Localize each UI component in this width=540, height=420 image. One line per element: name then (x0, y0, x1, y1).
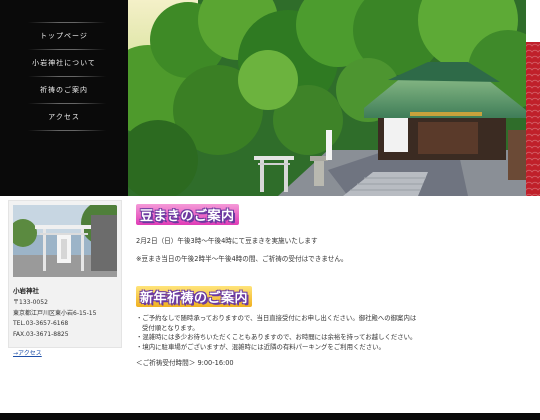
setsubun-schedule: 2月2日（日）午後3時〜午後4時にて豆まきを実施いたします (136, 237, 318, 245)
nav-item-about[interactable]: 小岩神社について (0, 50, 128, 76)
shrine-name: 小岩神社 (13, 287, 39, 295)
footer-bar (0, 413, 540, 420)
postal-code: 〒133-0052 (13, 299, 48, 306)
setsubun-heading: 豆まきのご案内 (136, 204, 239, 225)
hero-image (128, 0, 526, 196)
prayer-bullet: ・境内に駐車場がございますが、混雑時には近隣の有料パーキングをご利用ください。 (136, 342, 385, 351)
prayer-bullet: ・混雑時には多少お待ちいただくこともありますので、お時間には余裕を持ってお越しく… (136, 333, 417, 341)
shrine-info-box: 小岩神社 〒133-0052 東京都江戸川区東小岩6-15-15 TEL.03-… (8, 200, 122, 357)
shrine-gate-photo (13, 205, 117, 277)
prayer-hours: ＜ご祈祷受付時間＞ 9:00-16:00 (136, 359, 234, 367)
nav-item-access[interactable]: アクセス (0, 104, 128, 130)
prayer-bullet-continuation: 受付順となります。 (142, 323, 199, 332)
nav-divider (28, 130, 106, 131)
main-nav: トップページ 小岩神社について 祈祷のご案内 アクセス (0, 0, 128, 196)
prayer-bullet: ・ご予約なしで随時承っておりますので、当日直接受付にお申し出ください。御社殿への… (136, 314, 417, 322)
main-content: 豆まきのご案内 2月2日（日）午後3時〜午後4時にて豆まきを実施いたします ※豆… (136, 204, 516, 368)
shrine-photo (128, 0, 526, 196)
decorative-gap (526, 0, 540, 42)
phone-number: TEL.03-3657-6168 (13, 320, 69, 327)
new-year-prayer-heading: 新年祈祷のご案内 (136, 286, 253, 307)
fax-number: FAX.03-3671-8825 (13, 330, 69, 338)
nav-item-top[interactable]: トップページ (0, 23, 128, 49)
nav-item-prayer[interactable]: 祈祷のご案内 (0, 77, 128, 103)
access-link[interactable]: →アクセス (13, 350, 42, 357)
setsubun-note: ※豆まき当日の午後2時半〜午後4時の間、ご祈祷の受付はできません。 (136, 255, 348, 263)
address: 東京都江戸川区東小岩6-15-15 (13, 309, 97, 317)
